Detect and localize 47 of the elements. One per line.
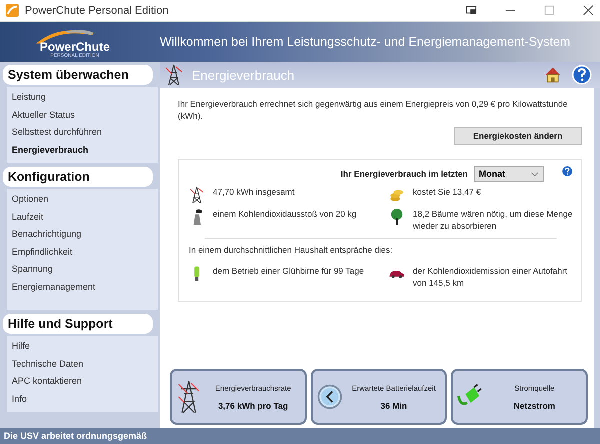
page-title: Energieverbrauch (192, 68, 295, 82)
section-header: Konfiguration (3, 167, 153, 187)
status-bar: Die USV arbeitet ordnungsgemäß (0, 428, 600, 444)
period-dropdown[interactable]: Monat (474, 166, 544, 182)
section-header: Hilfe und Support (3, 314, 153, 334)
stat-text: einem Kohlendioxidausstoß von 20 kg (213, 208, 357, 220)
sidebar-item[interactable]: Benachrichtigung (7, 226, 158, 244)
logo-text: PowerChute (40, 41, 110, 53)
card-value: Netzstrom (514, 400, 556, 410)
sidebar-item[interactable]: Info (7, 390, 158, 408)
sidebar-item[interactable]: Laufzeit (7, 208, 158, 226)
card-value: 3,76 kWh pro Tag (218, 400, 288, 410)
sidebar-item[interactable]: Selbsttest durchführen (7, 124, 158, 142)
intro-text: Ihr Energieverbrauch errechnet sich gegenwärtig aus einem Energiepreis von 0,29 € pro Kilowattstunde (kWh). (178, 98, 569, 122)
household-text: der Kohlendioxidemission einer Autofahrt von 145,5 km (413, 265, 569, 289)
sidebar-item[interactable]: Spannung (7, 261, 158, 278)
section-header: System überwachen (3, 65, 153, 85)
help-icon[interactable] (562, 166, 573, 177)
close-icon[interactable] (583, 5, 594, 16)
app-icon (6, 4, 19, 17)
power-tower-icon (176, 380, 202, 414)
sidebar-item[interactable]: APC kontaktieren (7, 373, 158, 390)
change-costs-button[interactable]: Energiekosten ändern (454, 127, 582, 145)
window-menu-icon[interactable] (466, 5, 477, 16)
sidebar-item[interactable]: Empfindlichkeit (7, 244, 158, 261)
chevron-icon (531, 172, 539, 176)
card-value: 36 Min (380, 400, 408, 410)
sidebar-item[interactable]: Energiemanagement (7, 278, 158, 296)
tree-icon (389, 208, 405, 226)
power-tower-icon (164, 64, 184, 86)
sidebar-item[interactable]: Hilfe (7, 338, 158, 356)
power-tower-icon (189, 186, 205, 204)
sidebar-item[interactable]: Technische Daten (7, 356, 158, 373)
header-title: Willkommen bei Ihrem Leistungsschutz- und Energiemanagement-System (160, 35, 571, 49)
home-icon[interactable] (544, 66, 562, 84)
window-title: PowerChute Personal Edition (25, 4, 169, 16)
stat-text: kostet Sie 13,47 € (413, 186, 482, 198)
stat-text: 47,70 kWh insgesamt (213, 186, 295, 198)
sidebar-item[interactable]: Energieverbrauch (7, 142, 158, 159)
household-text: dem Betrieb einer Glühbirne für 99 Tage (213, 265, 364, 277)
sidebar-item[interactable]: Optionen (7, 191, 158, 208)
period-label: Ihr Energieverbrauch im letzten (340, 169, 468, 179)
household-intro: In einem durchschnittlichen Haushalt entspräche dies: (189, 245, 394, 255)
help-icon[interactable] (572, 65, 592, 85)
stat-text: 18,2 Bäume wären nötig, um diese Menge wieder zu absorbieren (413, 208, 573, 232)
sidebar-item[interactable]: Leistung (7, 89, 158, 106)
sidebar-item[interactable]: Aktueller Status (7, 106, 158, 124)
